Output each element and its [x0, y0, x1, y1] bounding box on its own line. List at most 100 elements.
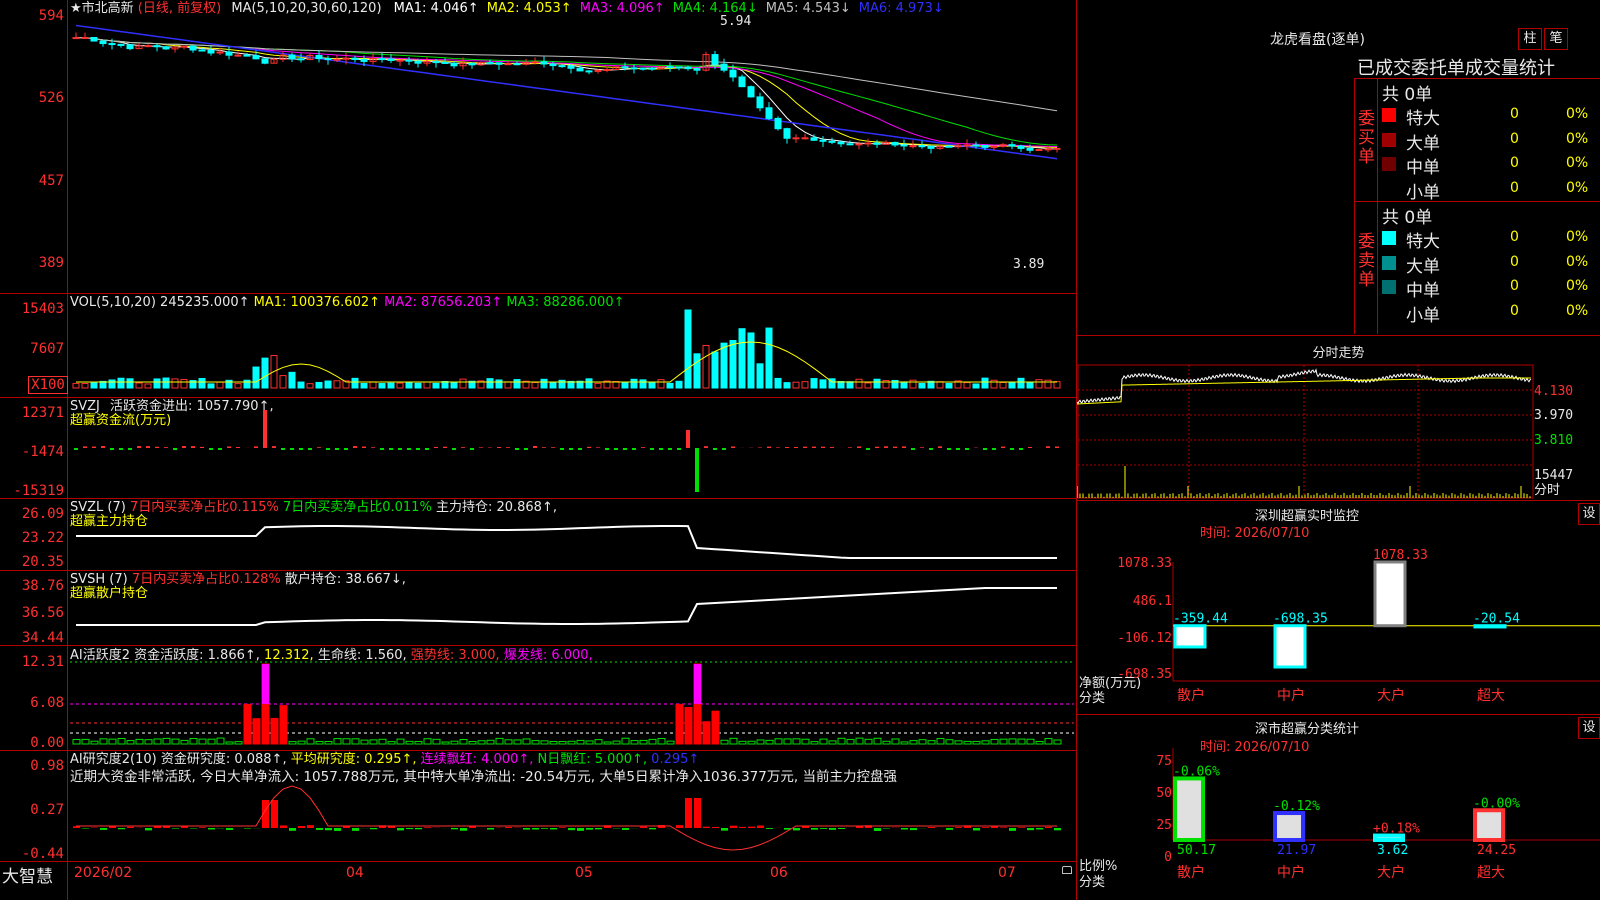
classify-bar-chart[interactable]: -0.06% 50.17 散户 -0.12% 21.97 中户 +0.18% 3.62 大户 -0… [1170, 740, 1600, 900]
volume-bar [720, 342, 728, 389]
lhb-sell-label: 委卖单 [1358, 232, 1375, 290]
volume-bar [144, 383, 152, 389]
volume-bar [693, 353, 701, 389]
ai-active-bar [756, 739, 765, 745]
ai-research-bar [757, 825, 764, 828]
vol-ma3: MA3: 88286.000↑ [506, 295, 625, 310]
candle-body [450, 62, 458, 67]
ai-research-item4: N日飘红: 5.000↑, [537, 752, 648, 767]
price-tick-2: 526 [38, 90, 64, 106]
ai-active-bar [81, 738, 90, 745]
lhb-sell-count: 0 [1510, 278, 1519, 294]
volume-bar [873, 378, 881, 389]
volume-bar [369, 381, 377, 389]
svzj-bar [596, 447, 600, 448]
svzj-bar [110, 448, 114, 450]
ai-research-bar [469, 826, 476, 828]
candle-body [918, 145, 926, 148]
ai-active-bar [855, 737, 864, 745]
svzj-title: SVZJ [70, 399, 100, 414]
candle-body [468, 62, 476, 66]
svzj-bar [938, 446, 942, 448]
ai-active-bar [270, 717, 279, 745]
svzl-subtitle: 超赢主力持仓 [70, 514, 149, 529]
high-mark: 5.94 [720, 14, 752, 29]
cl-value-label-4: 24.25 [1477, 843, 1516, 858]
candle-body [648, 67, 656, 70]
ai-active-bar [153, 738, 162, 745]
ai-active-bar [459, 739, 468, 745]
lhb-pen-button[interactable]: 笔 [1544, 28, 1568, 50]
candle-body [828, 140, 836, 143]
svzj-bar [308, 448, 312, 450]
ai-active-bar [783, 738, 792, 745]
svzj-bar [983, 448, 987, 450]
candle-body [1017, 145, 1025, 149]
ai-active-bar [576, 739, 585, 745]
ai-research-bar [901, 828, 908, 830]
lhb-sell-name: 中单 [1406, 281, 1440, 301]
svzj-value: 活跃资金进出: 1057.790↑, [110, 399, 274, 414]
ai-active-bar [333, 738, 342, 745]
volume-bar [1053, 381, 1061, 389]
svzl-tick-2: 23.22 [21, 530, 64, 546]
svzj-bar [920, 447, 924, 448]
lock-icon[interactable] [1062, 866, 1072, 874]
ma-item-1: MA1: 4.046↑ [393, 1, 479, 16]
svzj-bar [128, 448, 132, 450]
ma120-line [75, 24, 1058, 160]
cl-category-2: 中户 [1277, 864, 1305, 881]
volume-bar [171, 378, 179, 389]
ai-research-bar [352, 828, 359, 831]
lhb-sell-name: 大单 [1406, 256, 1440, 277]
ai-active-bar [1026, 738, 1035, 745]
lhb-buy-name: 小单 [1406, 182, 1440, 203]
ai-research-tick-1: 0.98 [30, 758, 64, 774]
x-label-4: 06 [770, 865, 788, 881]
svzj-bar [155, 446, 159, 448]
ai-active-bar [1035, 740, 1044, 745]
volume-bar [1035, 379, 1043, 389]
ai-research-bar [1009, 828, 1016, 831]
stock-title[interactable]: ★市北高新 [70, 1, 134, 16]
candle-body [1044, 148, 1052, 151]
candle-body [567, 65, 575, 69]
svzj-bar [479, 447, 483, 448]
svzj-bar [362, 446, 366, 448]
volume-bar [621, 382, 629, 389]
ai-research-bar [397, 828, 404, 831]
candle-body [1053, 147, 1061, 150]
ai-active-bar [387, 741, 396, 745]
ai-active-bar [945, 739, 954, 745]
rt-category-3: 大户 [1377, 687, 1405, 704]
candle-body [603, 69, 611, 72]
lhb-buy-rows: 特大 0 0% 大单 0 0% 中单 0 0% 小单 0 0% [1380, 104, 1600, 203]
vol-unit[interactable]: X100 [28, 376, 68, 394]
ai-research-bar [685, 798, 692, 828]
rt-bar-label-2: -698.35 [1273, 612, 1328, 627]
svzj-bar [119, 448, 123, 450]
svzj-bar [1055, 446, 1059, 448]
svzj-bar [353, 446, 357, 448]
svzj-bar [254, 446, 258, 448]
classify-settings-button[interactable]: 设 [1578, 717, 1600, 739]
realtime-bar-chart[interactable]: -359.44 散户 -698.35 中户 1078.33 大户 -20.54 超大 [1170, 540, 1600, 710]
intraday-chart[interactable] [1077, 360, 1600, 500]
volume-bar [936, 381, 944, 389]
ai-research-bar [811, 828, 818, 830]
lhb-buy-pct: 0% [1566, 179, 1589, 196]
candle-body [711, 54, 719, 65]
realtime-settings-button[interactable]: 设 [1578, 503, 1600, 525]
svsh-header: SVSH (7) 7日内买卖净占比0.128% 散户持仓: 38.667↓, [70, 572, 406, 587]
ai-research-bar [829, 828, 836, 830]
volume-bar [90, 381, 98, 389]
ai-active-bar [891, 738, 900, 745]
svzl-item3: 主力持仓: 20.868↑, [435, 500, 557, 515]
ai-active-bar [1008, 738, 1017, 745]
ai-research-bar [649, 828, 656, 830]
ai-active-bar [243, 703, 252, 745]
candle-body [675, 66, 683, 69]
lhb-bar-button[interactable]: 柱 [1518, 28, 1542, 50]
volume-bar [81, 382, 89, 389]
candle-body [747, 86, 755, 98]
